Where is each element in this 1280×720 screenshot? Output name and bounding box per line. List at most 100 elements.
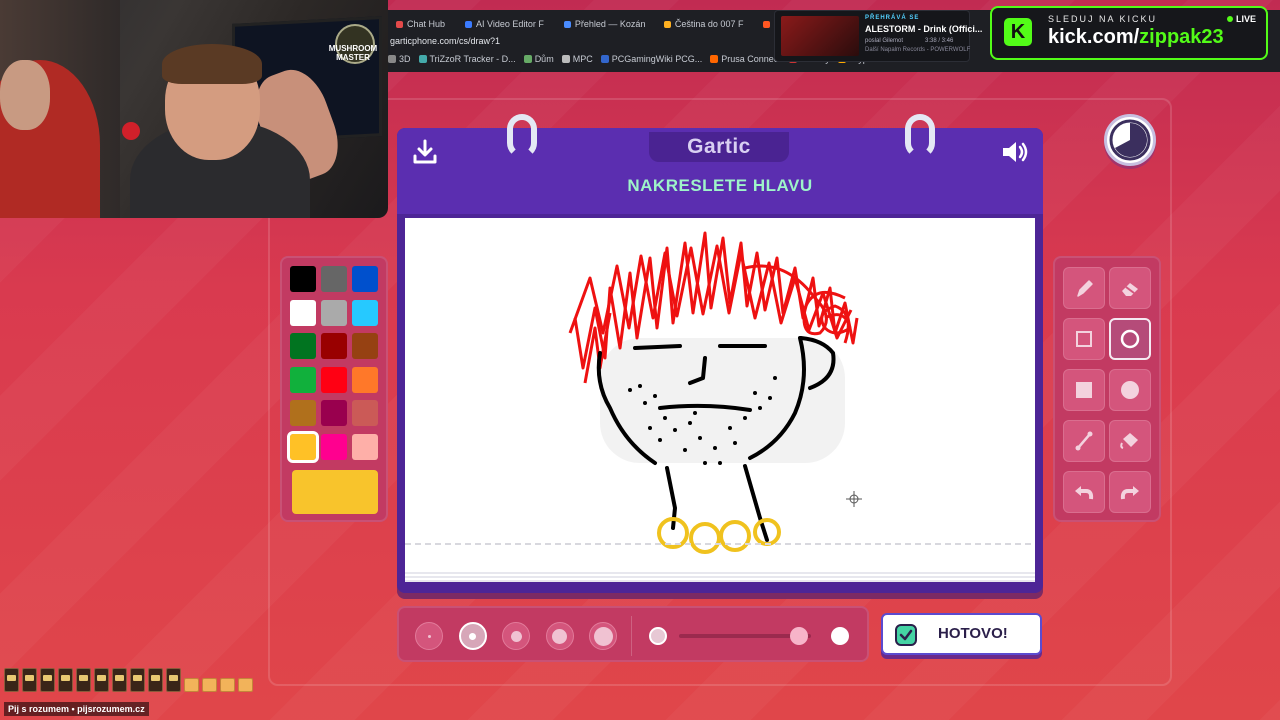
drawing-prompt: NAKRESLETE HLAVU bbox=[627, 176, 813, 195]
speaker-icon-graphic bbox=[1003, 142, 1028, 162]
color-swatch[interactable] bbox=[352, 366, 378, 393]
bookmark-item[interactable]: Dům bbox=[523, 54, 554, 68]
color-swatch[interactable] bbox=[290, 400, 316, 426]
now-playing-time: 3:38 / 3:46 bbox=[925, 38, 954, 44]
now-playing-next: Další Napalm Records - POWERWOLF bbox=[865, 47, 971, 53]
eraser-tool[interactable] bbox=[1109, 267, 1151, 309]
webcam-monitor-title: MUSHROOM MASTER bbox=[328, 44, 378, 62]
binder-ring-left bbox=[507, 114, 537, 158]
live-dot-icon bbox=[1226, 16, 1233, 22]
color-swatch[interactable] bbox=[352, 400, 378, 426]
bookmark-item[interactable]: PCGamingWiki PCG... bbox=[600, 54, 703, 68]
browser-tab[interactable]: Čeština do 007 F bbox=[656, 16, 752, 32]
browser-tab[interactable]: Chat Hub bbox=[388, 16, 453, 32]
bookmark-item[interactable]: 3D bbox=[388, 54, 411, 68]
color-swatch[interactable] bbox=[321, 299, 347, 326]
opacity-slider-knob[interactable] bbox=[790, 627, 808, 645]
line-icon bbox=[1075, 431, 1093, 451]
gartic-logo: Gartic bbox=[649, 132, 789, 162]
ellipse-fill-tool[interactable] bbox=[1109, 369, 1151, 411]
tab-favicon-icon bbox=[396, 21, 403, 28]
eraser-icon bbox=[1122, 283, 1138, 296]
now-playing-label: PŘEHRÁVÁ SE bbox=[865, 15, 920, 21]
drink-empty-icon bbox=[220, 678, 235, 692]
fill-bucket-tool[interactable] bbox=[1109, 420, 1151, 462]
drink-full-icon bbox=[130, 668, 145, 692]
bookmark-item[interactable]: TriZzoR Tracker - D... bbox=[418, 54, 516, 68]
rectangle-outline-tool[interactable] bbox=[1063, 318, 1105, 360]
color-swatch[interactable] bbox=[321, 366, 347, 393]
current-color-preview bbox=[292, 470, 378, 514]
drawing-strokes bbox=[405, 231, 1035, 554]
color-swatch[interactable] bbox=[290, 366, 316, 393]
color-palette bbox=[280, 256, 388, 522]
color-swatch[interactable] bbox=[352, 333, 378, 359]
brush-size-option[interactable] bbox=[545, 622, 574, 650]
brush-size-dot bbox=[469, 632, 476, 640]
brush-size-option[interactable] bbox=[458, 622, 487, 650]
line-tool[interactable] bbox=[1063, 420, 1105, 462]
drink-full-icon bbox=[4, 668, 19, 692]
speaker-icon[interactable] bbox=[999, 136, 1031, 168]
download-icon[interactable] bbox=[411, 138, 439, 166]
now-playing-widget: PŘEHRÁVÁ SE ALESTORM - Drink (Offici... … bbox=[774, 10, 982, 62]
done-button[interactable]: HOTOVO! bbox=[881, 613, 1042, 655]
color-swatch[interactable] bbox=[321, 266, 347, 292]
color-swatch[interactable] bbox=[290, 333, 316, 359]
book-header: Gartic NAKRESLETE HLAVU bbox=[397, 114, 1043, 214]
tab-favicon-icon bbox=[663, 21, 671, 28]
browser-tab[interactable]: AI Video Editor F bbox=[457, 16, 552, 32]
bookmark-item[interactable]: Prusa Connect bbox=[710, 54, 781, 68]
browser-tab[interactable]: Přehled — Kozán bbox=[556, 16, 652, 32]
color-swatch[interactable] bbox=[321, 433, 347, 460]
color-swatch[interactable] bbox=[352, 266, 378, 292]
pencil-tool[interactable] bbox=[1063, 267, 1105, 309]
drawing-book: Gartic NAKRESLETE HLAVU bbox=[397, 114, 1043, 593]
square-filled-icon bbox=[1076, 382, 1092, 398]
redo-tool[interactable] bbox=[1109, 471, 1151, 513]
rectangle-fill-tool[interactable] bbox=[1063, 369, 1105, 411]
download-icon-graphic bbox=[413, 139, 437, 164]
kick-logo-icon: K bbox=[1004, 18, 1032, 46]
circle-filled-icon bbox=[1121, 381, 1139, 399]
bookmark-label: TriZzoR Tracker - D... bbox=[429, 54, 516, 64]
bookmark-favicon-icon bbox=[710, 55, 719, 63]
address-bar[interactable]: garticphone.com/cs/draw?1 bbox=[388, 36, 768, 50]
color-swatch[interactable] bbox=[352, 299, 378, 326]
ellipse-outline-tool[interactable] bbox=[1109, 318, 1151, 360]
color-swatch[interactable] bbox=[352, 433, 378, 460]
bookmark-label: Prusa Connect bbox=[721, 54, 781, 64]
color-swatch[interactable] bbox=[321, 333, 347, 359]
bookmark-label: PCGamingWiki PCG... bbox=[611, 54, 703, 64]
drink-full-icon bbox=[58, 668, 73, 692]
gold-chain bbox=[657, 517, 781, 554]
color-swatch[interactable] bbox=[321, 400, 347, 426]
checkmark-icon-graphic bbox=[899, 629, 913, 641]
drink-counter bbox=[4, 668, 253, 696]
color-swatch[interactable] bbox=[287, 430, 319, 463]
kick-url-prefix: kick.com/ bbox=[1048, 26, 1140, 48]
color-swatch[interactable] bbox=[290, 266, 316, 292]
undo-tool[interactable] bbox=[1063, 471, 1105, 513]
now-playing-requester: poslal Gilemot bbox=[865, 38, 904, 44]
tab-favicon-icon bbox=[465, 21, 473, 28]
brush-size-option[interactable] bbox=[502, 622, 530, 650]
square-outline-icon bbox=[1076, 331, 1092, 347]
pencil-icon bbox=[1077, 280, 1093, 297]
brush-size-option[interactable] bbox=[415, 622, 443, 650]
kick-url: kick.com/zippak23 bbox=[1048, 26, 1224, 49]
undo-icon bbox=[1075, 486, 1094, 500]
checkmark-icon bbox=[895, 624, 917, 646]
webcam-overlay: MUSHROOM MASTER bbox=[0, 0, 388, 218]
bookmark-label: Dům bbox=[534, 54, 554, 64]
drawing-canvas[interactable] bbox=[405, 218, 1035, 572]
tool-panel bbox=[1053, 256, 1161, 522]
webcam-hair bbox=[162, 44, 262, 84]
color-swatch[interactable] bbox=[290, 299, 316, 326]
drink-empty-icon bbox=[184, 678, 199, 692]
drink-full-icon bbox=[148, 668, 163, 692]
bookmark-item[interactable]: MPC bbox=[561, 54, 593, 68]
brush-size-option[interactable] bbox=[589, 622, 617, 650]
bookmark-favicon-icon bbox=[523, 55, 532, 63]
browser-tab-label: Čeština do 007 F bbox=[674, 19, 744, 29]
